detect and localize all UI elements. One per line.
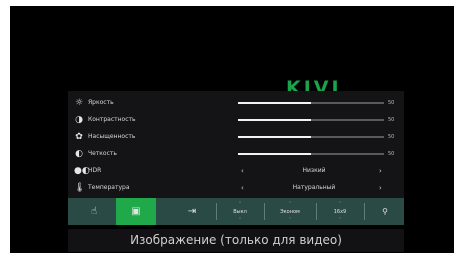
slider-fill [238, 119, 311, 121]
slider-fill [238, 153, 311, 155]
slider-fill [238, 136, 311, 138]
aspect-ratio-button[interactable]: ˄ 16x9 ˅ [320, 198, 360, 225]
hdr-icon: ●◐ [74, 166, 90, 176]
divider [216, 203, 217, 220]
picture-settings-panel: ☼ Яркость 50 ◑ Контрастность 50 ✿ Насыще… [68, 91, 404, 198]
setting-label: Четкость [88, 150, 117, 157]
palette-icon: ✿ [75, 132, 83, 142]
setting-value: 50 [388, 134, 395, 140]
input-source-button[interactable]: ⇥ [172, 198, 212, 225]
setting-label: Яркость [88, 99, 114, 106]
thermometer-icon: 🌡 [74, 183, 86, 193]
eco-mode-label: Эконом [280, 209, 300, 215]
setting-row-temperature[interactable]: 🌡 Температура ‹ Натуральный › [72, 180, 402, 196]
hdr-value: Низкий [302, 167, 326, 174]
sharpness-slider[interactable] [238, 153, 384, 155]
sleep-timer-label: Выкл [233, 209, 247, 215]
power-hand-icon: ☝ [90, 206, 98, 217]
sharpness-icon: ◐ [75, 149, 83, 159]
setting-row-brightness[interactable]: ☼ Яркость 50 [72, 95, 402, 111]
setting-label: Контрастность [88, 116, 136, 123]
chevron-left-icon[interactable]: ‹ [241, 166, 244, 176]
picture-button[interactable]: ▣ [116, 198, 156, 225]
divider [264, 203, 265, 220]
contrast-icon: ◑ [75, 115, 83, 125]
input-source-icon: ⇥ [187, 206, 197, 217]
chevron-up-icon: ˄ [239, 201, 241, 206]
brightness-slider[interactable] [238, 102, 384, 104]
contrast-slider[interactable] [238, 119, 384, 121]
setting-value: 50 [388, 151, 395, 157]
menu-caption: Изображение (только для видео) [68, 229, 404, 252]
tv-screen: KIVI ☼ Яркость 50 ◑ Контрастность 50 ✿ Н… [10, 6, 454, 253]
setting-label: Насыщенность [88, 133, 136, 140]
setting-label: Температура [88, 184, 130, 191]
eco-mode-button[interactable]: ˄ Эконом ˅ [268, 198, 312, 225]
setting-row-contrast[interactable]: ◑ Контрастность 50 [72, 112, 402, 128]
setting-row-saturation[interactable]: ✿ Насыщенность 50 [72, 129, 402, 145]
setting-value: 50 [388, 117, 395, 123]
quick-settings-toolbar: ☝ ▣ ⇥ ˄ Выкл ˅ ˄ Эконом ˅ ˄ 16x9 ˅ ⚲ [68, 198, 404, 225]
chevron-right-icon[interactable]: › [379, 166, 382, 176]
brightness-icon: ☼ [74, 98, 84, 108]
chevron-down-icon: ˅ [239, 217, 241, 222]
temperature-value: Натуральный [292, 184, 336, 191]
chevron-up-icon: ˄ [289, 201, 291, 206]
setting-label: HDR [88, 167, 102, 174]
power-button[interactable]: ☝ [74, 198, 114, 225]
saturation-slider[interactable] [238, 136, 384, 138]
chevron-up-icon: ˄ [339, 201, 341, 206]
setting-row-sharpness[interactable]: ◐ Четкость 50 [72, 146, 402, 162]
chevron-down-icon: ˅ [339, 217, 341, 222]
divider [364, 203, 365, 220]
divider [316, 203, 317, 220]
chevron-left-icon[interactable]: ‹ [241, 183, 244, 193]
network-button[interactable]: ⚲ [368, 198, 402, 225]
setting-value: 50 [388, 100, 395, 106]
picture-icon: ▣ [131, 206, 141, 217]
network-icon: ⚲ [382, 207, 388, 216]
aspect-ratio-label: 16x9 [333, 209, 347, 215]
chevron-right-icon[interactable]: › [379, 183, 382, 193]
chevron-down-icon: ˅ [289, 217, 291, 222]
setting-row-hdr[interactable]: ●◐ HDR ‹ Низкий › [72, 163, 402, 179]
sleep-timer-button[interactable]: ˄ Выкл ˅ [220, 198, 260, 225]
slider-fill [238, 102, 311, 104]
